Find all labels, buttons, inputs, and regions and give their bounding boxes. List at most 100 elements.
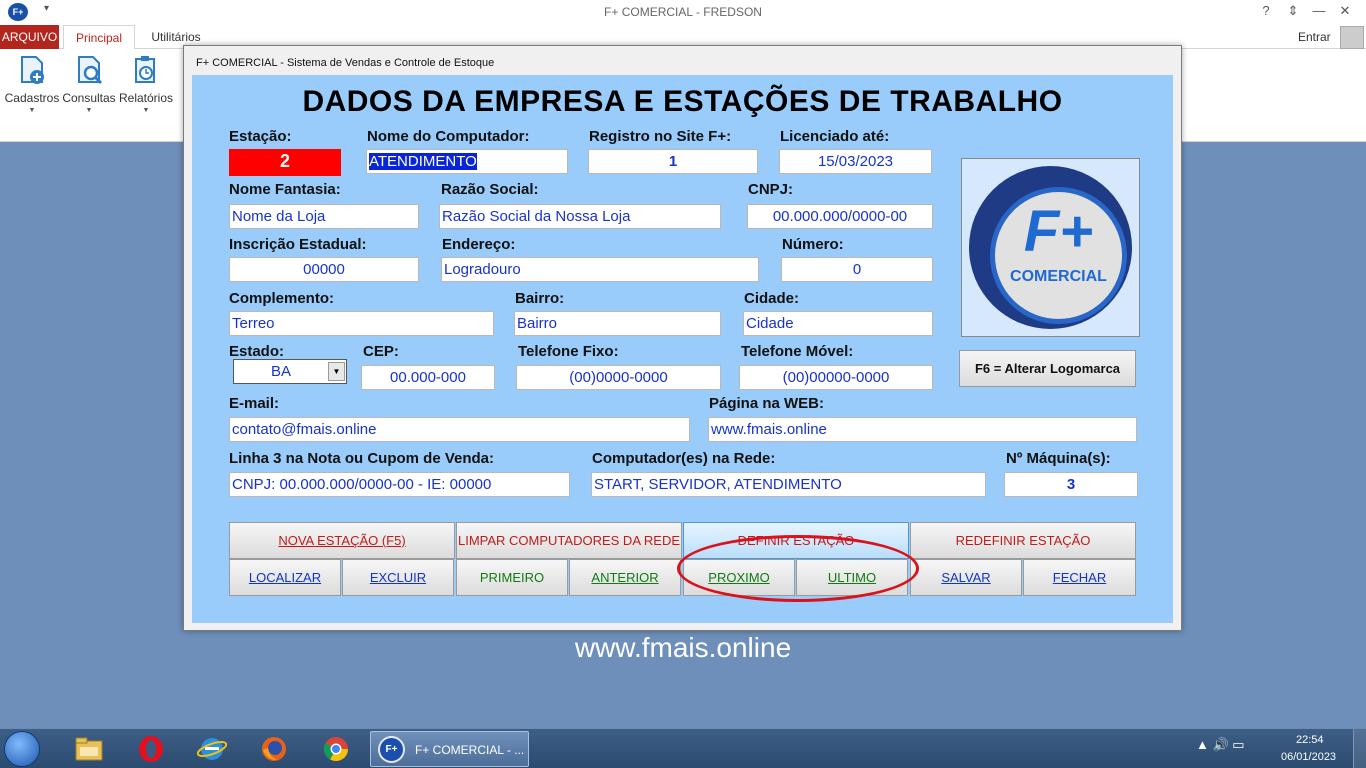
document-add-icon (21, 56, 44, 84)
nome-computador-field[interactable]: ATENDIMENTO (366, 149, 568, 174)
anterior-button[interactable]: ANTERIOR (569, 559, 681, 596)
pagina-web-label: Página na WEB: (709, 395, 825, 412)
consultas-button[interactable]: Consultas ▼ (60, 55, 118, 114)
minimize-button[interactable]: — (1308, 3, 1330, 18)
fechar-label: FECHAR (1052, 570, 1107, 585)
taskbar-app-fcomercial[interactable]: F+ F+ COMERCIAL - ... (370, 731, 529, 767)
taskbar: F+ F+ COMERCIAL - ... ▲ 🔊 ▭ 22:54 06/01/… (0, 728, 1366, 768)
licenciado-label: Licenciado até: (780, 128, 890, 145)
dialog-title: F+ COMERCIAL - Sistema de Vendas e Contr… (196, 57, 495, 69)
razao-social-field[interactable]: Razão Social da Nossa Loja (439, 204, 721, 229)
consultas-label: Consultas (62, 91, 116, 105)
opera-icon[interactable] (136, 734, 166, 764)
app-icon: F+ (378, 736, 405, 763)
bairro-field[interactable]: Bairro (514, 311, 721, 336)
endereco-field[interactable]: Logradouro (441, 257, 759, 282)
linha3-field[interactable]: CNPJ: 00.000.000/0000-00 - IE: 00000 (229, 472, 570, 497)
chevron-down-icon[interactable]: ▼ (328, 362, 345, 381)
firefox-icon[interactable] (259, 734, 289, 764)
start-button[interactable] (4, 731, 40, 767)
show-desktop-button[interactable] (1353, 729, 1366, 768)
cadastros-label: Cadastros (4, 91, 60, 105)
cep-field[interactable]: 00.000-000 (361, 365, 495, 390)
inscricao-estadual-label: Inscrição Estadual: (229, 236, 367, 253)
complemento-field[interactable]: Terreo (229, 311, 494, 336)
telefone-movel-label: Telefone Móvel: (741, 343, 854, 360)
primeiro-button[interactable]: PRIMEIRO (456, 559, 568, 596)
numero-field[interactable]: 0 (781, 257, 933, 282)
nome-computador-selected-text: ATENDIMENTO (369, 153, 477, 170)
anterior-label: ANTERIOR (591, 570, 659, 585)
registro-field[interactable]: 1 (588, 149, 758, 174)
logo-big-text: F+ (1023, 199, 1094, 264)
relatorios-button[interactable]: Relatórios ▼ (117, 55, 175, 114)
tab-principal[interactable]: Principal (63, 25, 135, 50)
form-panel: DADOS DA EMPRESA E ESTAÇÕES DE TRABALHO … (192, 75, 1173, 623)
document-search-icon (78, 56, 103, 85)
numero-label: Número: (782, 236, 844, 253)
avatar[interactable] (1340, 26, 1364, 49)
licenciado-field[interactable]: 15/03/2023 (779, 149, 932, 174)
change-logo-button[interactable]: F6 = Alterar Logomarca (959, 350, 1136, 387)
help-button[interactable]: ? (1255, 3, 1277, 18)
system-tray-icons[interactable]: ▲ 🔊 ▭ (1196, 737, 1245, 753)
close-button[interactable]: ✕ (1334, 3, 1356, 19)
tab-arquivo[interactable]: ARQUIVO (0, 25, 59, 49)
salvar-button[interactable]: SALVAR (910, 559, 1022, 596)
window-title: F+ COMERCIAL - FREDSON (604, 5, 762, 19)
report-clock-icon (135, 56, 155, 83)
bairro-label: Bairro: (515, 290, 565, 307)
sign-in-link[interactable]: Entrar (1298, 25, 1331, 49)
excluir-button[interactable]: EXCLUIR (342, 559, 454, 596)
company-logo: F+ COMERCIAL (961, 158, 1140, 337)
estacao-field[interactable]: 2 (229, 149, 341, 176)
telefone-fixo-field[interactable]: (00)0000-0000 (516, 365, 721, 390)
estado-value: BA (270, 363, 291, 380)
cep-label: CEP: (363, 343, 399, 360)
excluir-label: EXCLUIR (369, 570, 427, 585)
estacao-label: Estação: (229, 128, 292, 145)
email-label: E-mail: (229, 395, 280, 412)
ribbon-display-options-icon[interactable]: ⇕ (1282, 3, 1304, 19)
internet-explorer-icon[interactable] (197, 734, 227, 764)
redefinir-estacao-label: REDEFINIR ESTAÇÃO (955, 533, 1091, 548)
nome-computador-label: Nome do Computador: (367, 128, 530, 145)
telefone-movel-field[interactable]: (00)00000-0000 (739, 365, 933, 390)
endereco-label: Endereço: (442, 236, 516, 253)
cidade-field[interactable]: Cidade (743, 311, 933, 336)
razao-social-label: Razão Social: (441, 181, 539, 198)
logo-small-text: COMERCIAL (1010, 268, 1107, 285)
website-watermark: www.fmais.online (574, 632, 792, 663)
chevron-down-icon: ▼ (85, 107, 93, 114)
computadores-rede-label: Computador(es) na Rede: (592, 450, 776, 467)
nome-fantasia-field[interactable]: Nome da Loja (229, 204, 419, 229)
computadores-rede-field[interactable]: START, SERVIDOR, ATENDIMENTO (591, 472, 986, 497)
limpar-computadores-label: LIMPAR COMPUTADORES DA REDE (458, 533, 680, 548)
nome-fantasia-label: Nome Fantasia: (229, 181, 341, 198)
cidade-label: Cidade: (744, 290, 800, 307)
localizar-button[interactable]: LOCALIZAR (229, 559, 341, 596)
title-bar: F+ ▾ F+ COMERCIAL - FREDSON ? ⇕ — ✕ (0, 0, 1366, 25)
redefinir-estacao-button[interactable]: REDEFINIR ESTAÇÃO (910, 522, 1136, 559)
cnpj-field[interactable]: 00.000.000/0000-00 (747, 204, 933, 229)
estado-label: Estado: (229, 343, 285, 360)
clock-time[interactable]: 22:54 (1296, 734, 1324, 746)
chrome-icon[interactable] (321, 734, 351, 764)
email-field[interactable]: contato@fmais.online (229, 417, 690, 442)
inscricao-estadual-field[interactable]: 00000 (229, 257, 419, 282)
fechar-button[interactable]: FECHAR (1023, 559, 1136, 596)
taskbar-app-label: F+ COMERCIAL - ... (415, 743, 525, 757)
chevron-down-icon: ▼ (28, 107, 36, 114)
registro-label: Registro no Site F+: (589, 128, 732, 145)
num-maquinas-field[interactable]: 3 (1004, 472, 1138, 497)
form-heading: DADOS DA EMPRESA E ESTAÇÕES DE TRABALHO (302, 85, 1063, 118)
nova-estacao-button[interactable]: NOVA ESTAÇÃO (F5) (229, 522, 455, 559)
telefone-fixo-label: Telefone Fixo: (518, 343, 619, 360)
pagina-web-field[interactable]: www.fmais.online (708, 417, 1137, 442)
limpar-computadores-button[interactable]: LIMPAR COMPUTADORES DA REDE (456, 522, 682, 559)
cadastros-button[interactable]: Cadastros ▼ (3, 55, 61, 114)
file-explorer-icon[interactable] (74, 734, 104, 764)
clock-date[interactable]: 06/01/2023 (1281, 751, 1336, 763)
estado-select[interactable]: BA ▼ (233, 359, 347, 384)
company-data-dialog: F+ COMERCIAL - Sistema de Vendas e Contr… (183, 45, 1182, 631)
